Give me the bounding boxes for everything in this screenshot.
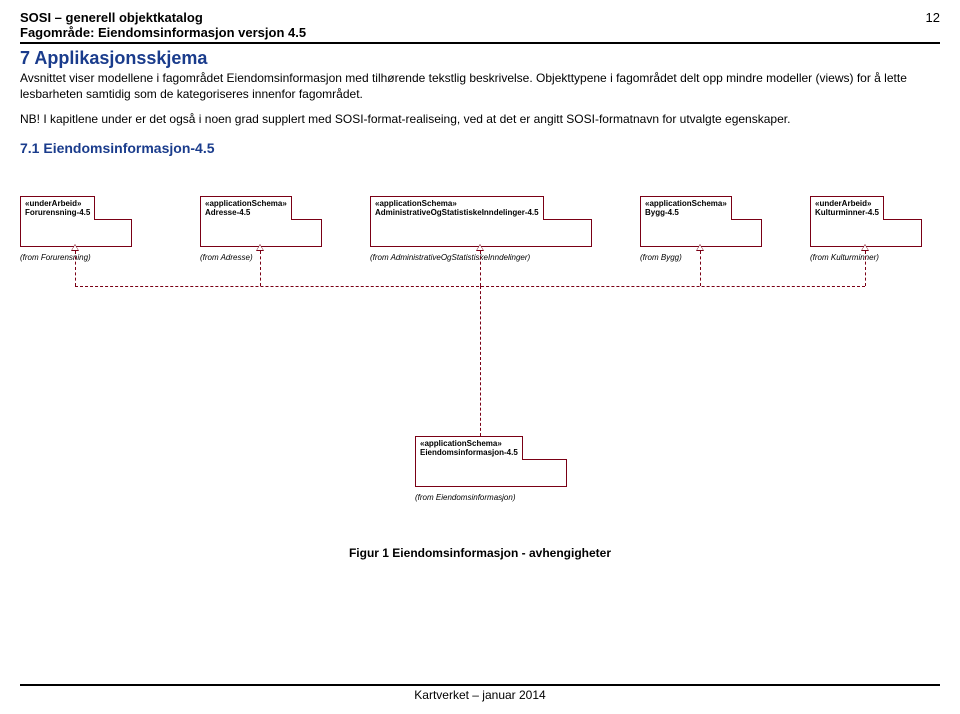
package-from: (from Eiendomsinformasjon) bbox=[415, 493, 565, 503]
package-name: Bygg-4.5 bbox=[645, 208, 679, 217]
page-header: 12 SOSI – generell objektkatalog Fagområ… bbox=[20, 10, 940, 44]
heading-2: 7.1 Eiendomsinformasjon-4.5 bbox=[20, 140, 940, 156]
page-number: 12 bbox=[926, 10, 940, 25]
doc-title: SOSI – generell objektkatalog bbox=[20, 10, 940, 25]
package-body bbox=[415, 459, 567, 487]
package-name: Forurensning-4.5 bbox=[25, 208, 90, 217]
heading-1: 7 Applikasjonsskjema bbox=[20, 48, 940, 69]
package-stereotype: «underArbeid» bbox=[815, 199, 871, 208]
dependency-line bbox=[700, 251, 701, 286]
uml-diagram: «underArbeid» Forurensning-4.5 (from For… bbox=[20, 196, 940, 536]
doc-subject: Fagområde: Eiendomsinformasjon versjon 4… bbox=[20, 25, 940, 44]
footer-text: Kartverket – januar 2014 bbox=[414, 688, 545, 702]
arrow-head-icon bbox=[256, 244, 264, 251]
dependency-line bbox=[865, 251, 866, 286]
paragraph: Avsnittet viser modellene i fagområdet E… bbox=[20, 71, 930, 102]
page-footer: Kartverket – januar 2014 bbox=[20, 684, 940, 702]
package-tab: «underArbeid» Kulturminner-4.5 bbox=[810, 196, 884, 220]
dependency-line bbox=[260, 251, 261, 286]
package-tab: «applicationSchema» Adresse-4.5 bbox=[200, 196, 292, 220]
arrow-head-icon bbox=[861, 244, 869, 251]
package-stereotype: «applicationSchema» bbox=[645, 199, 727, 208]
dependency-line bbox=[75, 251, 76, 286]
package-body bbox=[370, 219, 592, 247]
package-name: Adresse-4.5 bbox=[205, 208, 250, 217]
package-stereotype: «underArbeid» bbox=[25, 199, 81, 208]
package-name: Kulturminner-4.5 bbox=[815, 208, 879, 217]
package-stereotype: «applicationSchema» bbox=[420, 439, 502, 448]
dependency-line bbox=[480, 286, 481, 436]
package-body bbox=[200, 219, 322, 247]
package-tab: «applicationSchema» Eiendomsinformasjon-… bbox=[415, 436, 523, 460]
package-stereotype: «applicationSchema» bbox=[375, 199, 457, 208]
package-tab: «applicationSchema» AdministrativeOgStat… bbox=[370, 196, 544, 220]
paragraph: NB! I kapitlene under er det også i noen… bbox=[20, 112, 930, 128]
arrow-head-icon bbox=[71, 244, 79, 251]
arrow-head-icon bbox=[476, 244, 484, 251]
package-body bbox=[640, 219, 762, 247]
package-eiendomsinformasjon: «applicationSchema» Eiendomsinformasjon-… bbox=[415, 436, 565, 503]
package-name: AdministrativeOgStatistiskeInndelinger-4… bbox=[375, 208, 539, 217]
package-tab: «applicationSchema» Bygg-4.5 bbox=[640, 196, 732, 220]
package-name: Eiendomsinformasjon-4.5 bbox=[420, 448, 518, 457]
dependency-line bbox=[75, 286, 865, 287]
figure-caption: Figur 1 Eiendomsinformasjon - avhengighe… bbox=[20, 546, 940, 560]
package-tab: «underArbeid» Forurensning-4.5 bbox=[20, 196, 95, 220]
package-stereotype: «applicationSchema» bbox=[205, 199, 287, 208]
package-body bbox=[810, 219, 922, 247]
package-body bbox=[20, 219, 132, 247]
page: 12 SOSI – generell objektkatalog Fagområ… bbox=[0, 0, 960, 560]
dependency-line bbox=[480, 251, 481, 286]
arrow-head-icon bbox=[696, 244, 704, 251]
